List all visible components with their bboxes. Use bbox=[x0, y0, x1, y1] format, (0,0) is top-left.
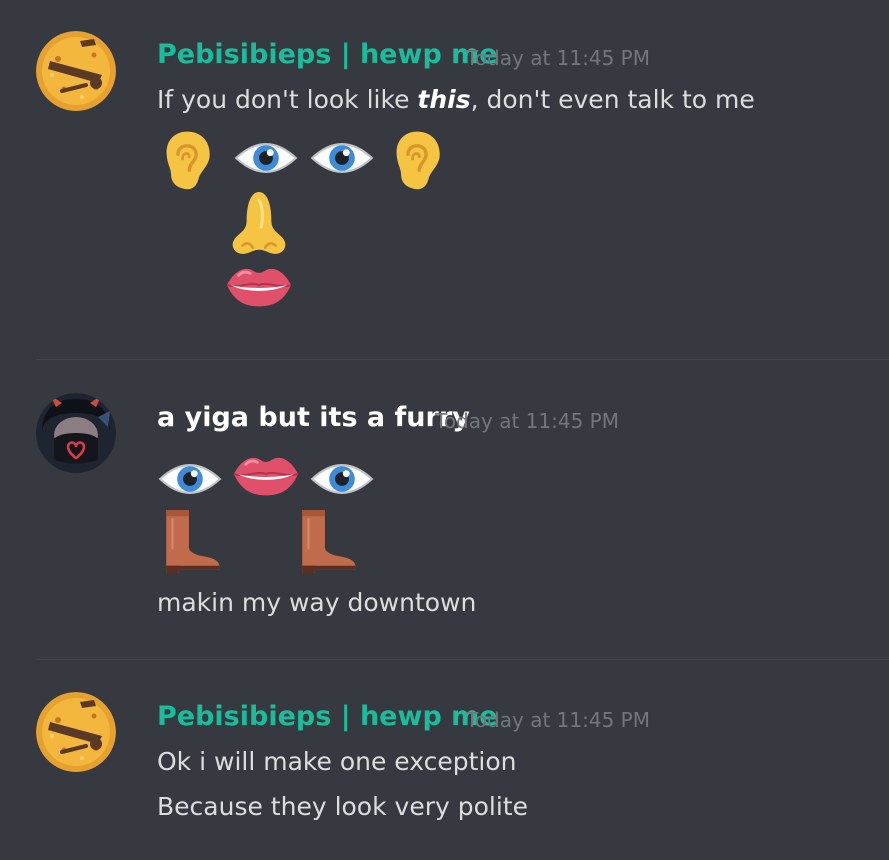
message-text-before: If you don't look like bbox=[157, 85, 418, 114]
timestamp: Today at 11:45 PM bbox=[466, 46, 650, 70]
boot-icon bbox=[294, 508, 360, 574]
mouth-icon bbox=[225, 263, 293, 309]
ear-icon bbox=[392, 128, 442, 192]
eye-icon bbox=[234, 136, 298, 180]
message-text: makin my way downtown bbox=[157, 588, 477, 617]
message-text: Ok i will make one exception bbox=[157, 747, 517, 776]
masked-person-avatar-icon bbox=[36, 393, 116, 473]
pizza-avatar-icon bbox=[36, 692, 116, 772]
username[interactable]: Pebisibieps | hewp me bbox=[157, 700, 498, 734]
username[interactable]: a yiga but its a furry bbox=[157, 401, 470, 435]
avatar[interactable] bbox=[36, 692, 116, 772]
timestamp: Today at 11:45 PM bbox=[435, 409, 619, 433]
boot-icon bbox=[158, 508, 224, 574]
message-text-after: , don't even talk to me bbox=[470, 85, 755, 114]
pizza-avatar-icon bbox=[36, 31, 116, 111]
mouth-icon bbox=[232, 452, 300, 498]
message-text: If you don't look like this, don't even … bbox=[157, 84, 755, 116]
avatar[interactable] bbox=[36, 393, 116, 473]
eye-icon bbox=[158, 457, 222, 501]
nose-icon bbox=[228, 190, 290, 258]
eye-icon bbox=[310, 136, 374, 180]
message-divider bbox=[36, 359, 889, 360]
timestamp: Today at 11:45 PM bbox=[466, 708, 650, 732]
username[interactable]: Pebisibieps | hewp me bbox=[157, 38, 498, 72]
message-text: Because they look very polite bbox=[157, 792, 528, 821]
avatar[interactable] bbox=[36, 31, 116, 111]
ear-icon bbox=[162, 128, 212, 192]
message-divider bbox=[36, 659, 889, 660]
message-text-emphasis: this bbox=[417, 85, 471, 114]
eye-icon bbox=[310, 457, 374, 501]
